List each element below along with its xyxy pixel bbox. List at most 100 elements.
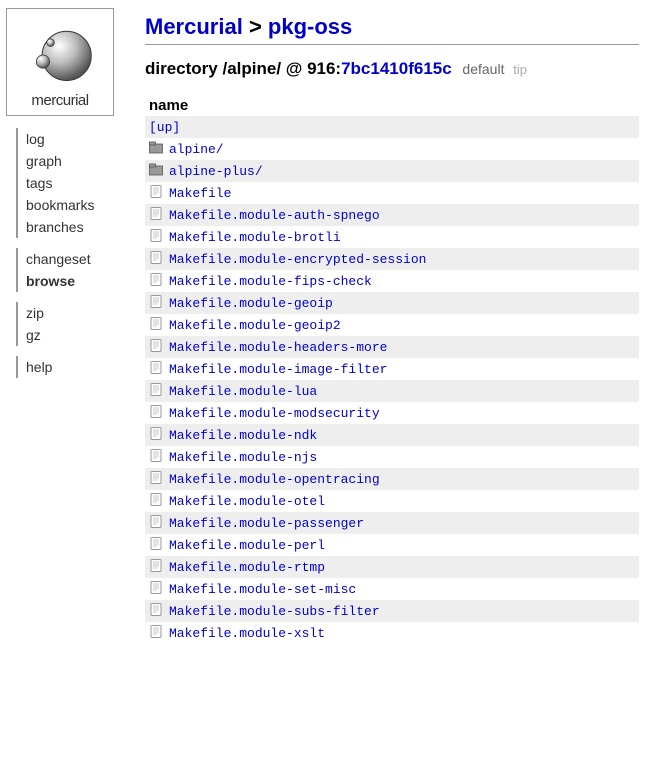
- file-entry: Makefile.module-subs-filter: [149, 603, 635, 619]
- file-link[interactable]: Makefile.module-njs: [169, 450, 317, 465]
- nav-item-zip[interactable]: zip: [26, 302, 135, 324]
- file-link[interactable]: Makefile.module-geoip: [169, 296, 333, 311]
- file-link[interactable]: Makefile.module-passenger: [169, 516, 364, 531]
- file-link[interactable]: alpine/: [169, 142, 224, 157]
- table-row: Makefile.module-fips-check: [145, 270, 639, 292]
- file-entry: Makefile: [149, 185, 635, 201]
- file-link[interactable]: Makefile.module-auth-spnego: [169, 208, 380, 223]
- file-icon: [149, 537, 163, 553]
- table-row: Makefile.module-njs: [145, 446, 639, 468]
- file-entry: Makefile.module-opentracing: [149, 471, 635, 487]
- file-entry: Makefile.module-fips-check: [149, 273, 635, 289]
- file-link[interactable]: alpine-plus/: [169, 164, 263, 179]
- nav-item-graph[interactable]: graph: [26, 150, 135, 172]
- table-row: Makefile.module-brotli: [145, 226, 639, 248]
- nav-item-changeset[interactable]: changeset: [26, 248, 135, 270]
- file-link[interactable]: Makefile.module-fips-check: [169, 274, 372, 289]
- file-link[interactable]: Makefile.module-headers-more: [169, 340, 387, 355]
- file-link[interactable]: Makefile.module-ndk: [169, 428, 317, 443]
- file-entry: Makefile.module-brotli: [149, 229, 635, 245]
- changeset-hash-link[interactable]: 7bc1410f615c: [341, 59, 452, 78]
- file-icon: [149, 405, 163, 421]
- file-icon: [149, 625, 163, 641]
- file-link[interactable]: Makefile.module-otel: [169, 494, 325, 509]
- file-entry: alpine-plus/: [149, 163, 635, 179]
- folder-icon: [149, 141, 163, 157]
- file-link[interactable]: Makefile: [169, 186, 231, 201]
- file-link[interactable]: Makefile.module-subs-filter: [169, 604, 380, 619]
- file-icon: [149, 185, 163, 201]
- breadcrumb-repo-link[interactable]: pkg-oss: [268, 14, 352, 39]
- file-link[interactable]: Makefile.module-lua: [169, 384, 317, 399]
- file-icon: [149, 207, 163, 223]
- file-entry: Makefile.module-njs: [149, 449, 635, 465]
- file-link[interactable]: Makefile.module-set-misc: [169, 582, 356, 597]
- file-link[interactable]: Makefile.module-image-filter: [169, 362, 387, 377]
- file-link[interactable]: Makefile.module-xslt: [169, 626, 325, 641]
- nav-item-gz[interactable]: gz: [26, 324, 135, 346]
- file-entry: Makefile.module-rtmp: [149, 559, 635, 575]
- file-listing-table: name [up]alpine/alpine-plus/MakefileMake…: [145, 95, 639, 644]
- file-link[interactable]: Makefile.module-rtmp: [169, 560, 325, 575]
- table-row: Makefile.module-auth-spnego: [145, 204, 639, 226]
- table-row: Makefile.module-ndk: [145, 424, 639, 446]
- tip-tag: tip: [513, 62, 527, 77]
- file-entry: Makefile.module-geoip2: [149, 317, 635, 333]
- breadcrumb-root-link[interactable]: Mercurial: [145, 14, 243, 39]
- table-row: Makefile.module-headers-more: [145, 336, 639, 358]
- folder-icon: [149, 163, 163, 179]
- file-icon: [149, 515, 163, 531]
- file-entry: Makefile.module-ndk: [149, 427, 635, 443]
- up-link[interactable]: [up]: [149, 120, 180, 135]
- file-entry: Makefile.module-passenger: [149, 515, 635, 531]
- file-link[interactable]: Makefile.module-modsecurity: [169, 406, 380, 421]
- nav-item-help[interactable]: help: [26, 356, 135, 378]
- table-row: [up]: [145, 116, 639, 138]
- file-icon: [149, 449, 163, 465]
- table-row: Makefile.module-modsecurity: [145, 402, 639, 424]
- file-entry: Makefile.module-otel: [149, 493, 635, 509]
- file-entry: Makefile.module-xslt: [149, 625, 635, 641]
- file-link[interactable]: Makefile.module-encrypted-session: [169, 252, 426, 267]
- breadcrumb-separator: >: [243, 14, 268, 39]
- file-link[interactable]: Makefile.module-geoip2: [169, 318, 341, 333]
- file-link[interactable]: Makefile.module-brotli: [169, 230, 341, 245]
- file-entry: Makefile.module-headers-more: [149, 339, 635, 355]
- page-title: directory /alpine/ @ 916:7bc1410f615c de…: [145, 59, 639, 79]
- file-entry: Makefile.module-image-filter: [149, 361, 635, 377]
- file-link[interactable]: Makefile.module-perl: [169, 538, 325, 553]
- table-row: Makefile.module-geoip: [145, 292, 639, 314]
- file-entry: Makefile.module-modsecurity: [149, 405, 635, 421]
- file-entry: Makefile.module-encrypted-session: [149, 251, 635, 267]
- table-row: Makefile.module-encrypted-session: [145, 248, 639, 270]
- file-entry: Makefile.module-set-misc: [149, 581, 635, 597]
- nav-group: zipgz: [16, 302, 135, 346]
- table-row: Makefile.module-perl: [145, 534, 639, 556]
- file-entry: Makefile.module-lua: [149, 383, 635, 399]
- nav-item-bookmarks[interactable]: bookmarks: [26, 194, 135, 216]
- file-icon: [149, 471, 163, 487]
- file-icon: [149, 603, 163, 619]
- file-link[interactable]: Makefile.module-opentracing: [169, 472, 380, 487]
- file-icon: [149, 295, 163, 311]
- nav-item-browse[interactable]: browse: [26, 270, 135, 292]
- table-row: Makefile.module-geoip2: [145, 314, 639, 336]
- mercurial-droplet-icon: [22, 18, 98, 90]
- nav-item-branches[interactable]: branches: [26, 216, 135, 238]
- file-icon: [149, 339, 163, 355]
- mercurial-logo[interactable]: mercurial: [6, 8, 114, 116]
- table-row: Makefile.module-lua: [145, 380, 639, 402]
- table-row: Makefile.module-otel: [145, 490, 639, 512]
- file-entry: Makefile.module-geoip: [149, 295, 635, 311]
- file-icon: [149, 383, 163, 399]
- nav-item-log[interactable]: log: [26, 128, 135, 150]
- table-row: Makefile.module-opentracing: [145, 468, 639, 490]
- branch-tag: default: [462, 61, 504, 77]
- nav-group: help: [16, 356, 135, 378]
- nav-item-tags[interactable]: tags: [26, 172, 135, 194]
- file-icon: [149, 251, 163, 267]
- file-icon: [149, 493, 163, 509]
- main-content: Mercurial > pkg-oss directory /alpine/ @…: [135, 0, 647, 644]
- table-row: alpine/: [145, 138, 639, 160]
- file-icon: [149, 229, 163, 245]
